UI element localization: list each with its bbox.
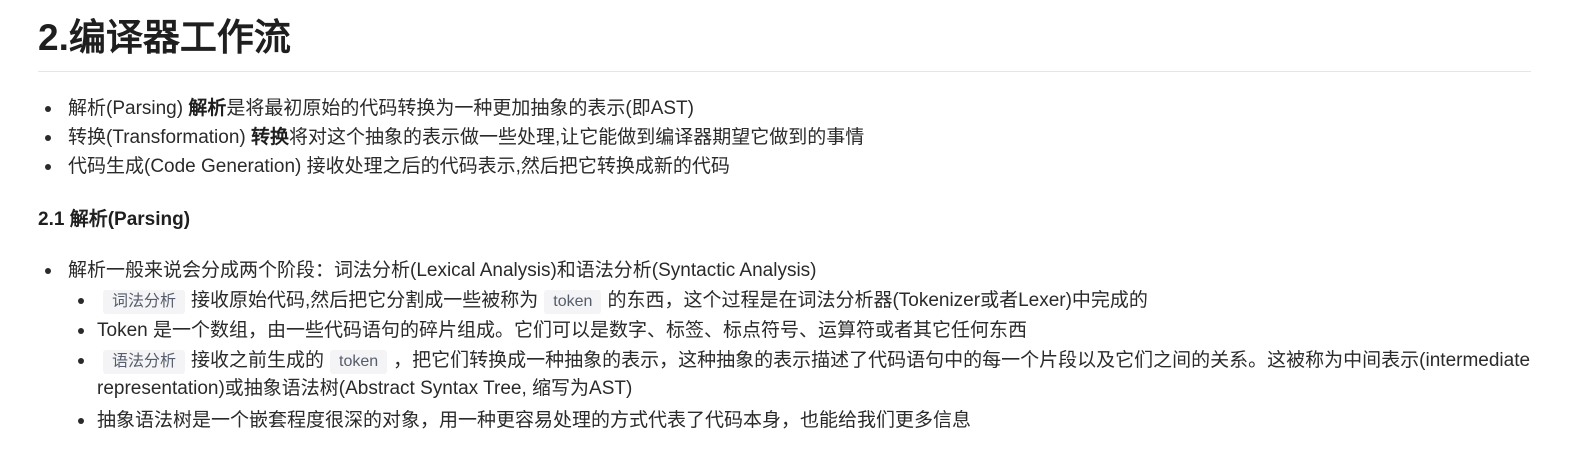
parsing-intro: 解析一般来说会分成两个阶段：词法分析(Lexical Analysis)和语法分… <box>68 260 817 281</box>
term: 代码生成(Code Generation) <box>68 156 302 177</box>
item-text: 接收之前生成的 <box>191 350 325 371</box>
list-item: Token 是一个数组，由一些代码语句的碎片组成。它们可以是数字、标签、标点符号… <box>78 317 1542 347</box>
list-item: 语法分析 接收之前生成的 token ，把它们转换成一种抽象的表示，这种抽象的表示描述… <box>78 347 1542 407</box>
description: 是将最初原始的代码转换为一种更加抽象的表示(即AST) <box>226 98 694 119</box>
list-item: 代码生成(Code Generation) 接收处理之后的代码表示,然后把它转换… <box>44 153 864 182</box>
list-item: 解析(Parsing) 解析是将最初原始的代码转换为一种更加抽象的表示(即AST… <box>44 95 864 124</box>
item-text: Token 是一个数组，由一些代码语句的碎片组成。它们可以是数字、标签、标点符号… <box>97 320 1027 341</box>
page-title: 2.编译器工作流 <box>38 17 291 58</box>
document: 2.编译器工作流 解析(Parsing) 解析是将最初原始的代码转换为一种更加抽… <box>0 0 1581 469</box>
bold-term: 解析 <box>188 98 227 119</box>
inline-code: token <box>544 290 602 314</box>
description: 将对这个抽象的表示做一些处理,让它能做到编译器期望它做到的事情 <box>289 127 865 148</box>
parsing-sublist: 词法分析 接收原始代码,然后把它分割成一些被称为 token 的东西，这个过程是在词法… <box>78 287 1542 437</box>
list-item: 词法分析 接收原始代码,然后把它分割成一些被称为 token 的东西，这个过程是在词法… <box>78 287 1542 317</box>
list-item: 转换(Transformation) 转换将对这个抽象的表示做一些处理,让它能做… <box>44 124 865 153</box>
title-divider <box>38 71 1531 72</box>
item-text: 接收原始代码,然后把它分割成一些被称为 <box>191 290 539 311</box>
item-text: 的东西，这个过程是在词法分析器(Tokenizer或者Lexer)中完成的 <box>607 290 1148 311</box>
inline-code: 语法分析 <box>103 350 186 374</box>
list-item: 抽象语法树是一个嵌套程度很深的对象，用一种更容易处理的方式代表了代码本身，也能给… <box>78 407 1542 437</box>
bold-term: 转换 <box>251 127 290 148</box>
item-text: 抽象语法树是一个嵌套程度很深的对象，用一种更容易处理的方式代表了代码本身，也能给… <box>97 410 972 431</box>
parsing-list: 解析一般来说会分成两个阶段：词法分析(Lexical Analysis)和语法分… <box>45 257 817 286</box>
overview-list: 解析(Parsing) 解析是将最初原始的代码转换为一种更加抽象的表示(即AST… <box>44 95 865 182</box>
inline-code: 词法分析 <box>103 290 186 314</box>
description: 接收处理之后的代码表示,然后把它转换成新的代码 <box>306 156 730 177</box>
term: 解析(Parsing) <box>68 98 184 119</box>
term: 转换(Transformation) <box>68 127 246 148</box>
list-item: 解析一般来说会分成两个阶段：词法分析(Lexical Analysis)和语法分… <box>45 257 817 286</box>
inline-code: token <box>330 350 388 374</box>
section-heading: 2.1 解析(Parsing) <box>38 209 191 230</box>
